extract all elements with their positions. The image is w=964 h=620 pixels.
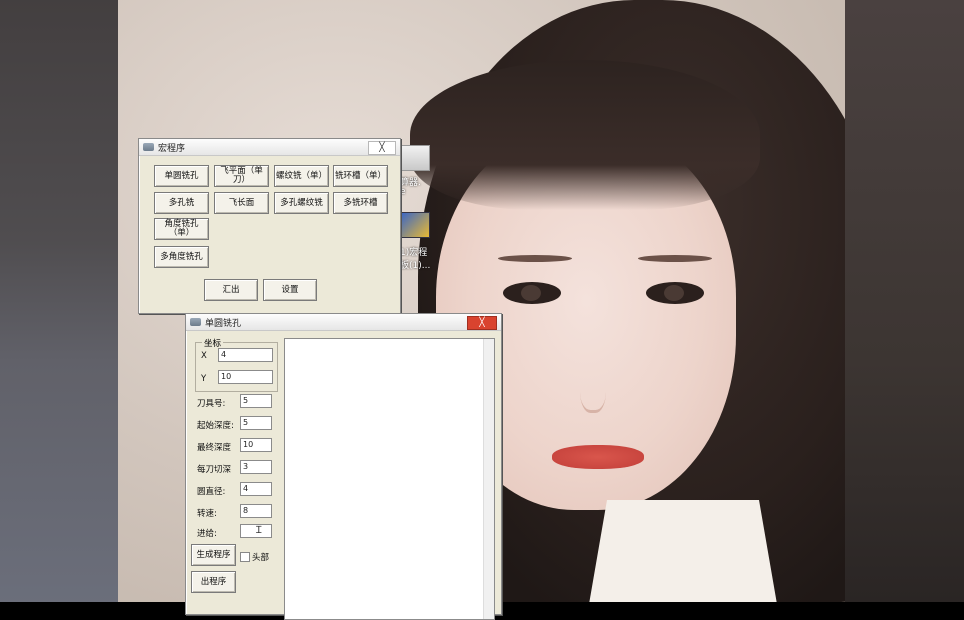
- macro-program-window: 宏程序 ╳ 单圆铣孔 飞平面（单刀） 螺纹铣（单） 铣环槽（单） 多孔铣 飞长面…: [138, 138, 401, 314]
- multi-angle-hole-mill-button[interactable]: 多角度铣孔: [154, 246, 209, 268]
- final-depth-label: 最终深度: [197, 443, 232, 453]
- vertical-scrollbar[interactable]: [483, 339, 494, 619]
- window-title: 宏程序: [158, 143, 186, 154]
- window-title: 单圆铣孔: [205, 318, 242, 329]
- start-depth-input[interactable]: 5: [240, 416, 272, 430]
- close-button[interactable]: ╳: [467, 316, 497, 330]
- final-depth-input[interactable]: 10: [240, 438, 272, 452]
- circle-diameter-label: 圆直径:: [197, 487, 226, 497]
- blurred-edge-right: [845, 0, 964, 602]
- multi-ring-groove-button[interactable]: 多铣环槽: [333, 192, 388, 214]
- per-cut-depth-label: 每刀切深: [197, 465, 232, 475]
- program-file-icon[interactable]: [400, 212, 430, 238]
- x-label: X: [201, 351, 207, 361]
- generate-program-button[interactable]: 生成程序: [191, 544, 236, 566]
- circle-diameter-input[interactable]: 4: [240, 482, 272, 496]
- single-hole-mill-button[interactable]: 单圆铣孔: [154, 165, 209, 187]
- per-cut-depth-input[interactable]: 3: [240, 460, 272, 474]
- title-bar[interactable]: 宏程序 ╳: [139, 139, 400, 156]
- face-mill-single-button[interactable]: 飞平面（单刀）: [214, 165, 269, 187]
- start-depth-label: 起始深度:: [197, 421, 234, 431]
- angle-hole-mill-single-button[interactable]: 角度铣孔（单）: [154, 218, 209, 240]
- output-program-button[interactable]: 出程序: [191, 571, 236, 593]
- feed-rate-label: 进给:: [197, 529, 217, 539]
- x-input[interactable]: 4: [218, 348, 273, 362]
- export-button[interactable]: 汇出: [204, 279, 258, 301]
- app-icon: [143, 143, 154, 151]
- y-label: Y: [201, 374, 207, 384]
- multi-hole-mill-button[interactable]: 多孔铣: [154, 192, 209, 214]
- multi-thread-mill-button[interactable]: 多孔螺纹铣: [274, 192, 329, 214]
- text-cursor-icon: Ɪ: [256, 525, 262, 536]
- program-output-textarea[interactable]: [284, 338, 495, 620]
- desktop-icon-label: 1)宏程: [400, 248, 428, 258]
- tool-number-label: 刀具号:: [197, 399, 226, 409]
- thread-mill-single-button[interactable]: 螺纹铣（单）: [274, 165, 329, 187]
- close-button[interactable]: ╳: [368, 141, 396, 155]
- desktop-icon-label: 板(1)...: [400, 261, 431, 271]
- y-input[interactable]: 10: [218, 370, 273, 384]
- calculator-icon[interactable]: [400, 145, 430, 171]
- ring-groove-single-button[interactable]: 铣环槽（单）: [333, 165, 388, 187]
- single-hole-window: 单圆铣孔 ╳ 坐标 X 4 Y 10 刀具号: 5 起始深度: 5 最终深度 1…: [185, 313, 502, 620]
- header-checkbox[interactable]: [240, 552, 250, 562]
- blurred-desktop-left: [0, 0, 118, 602]
- long-face-mill-button[interactable]: 飞长面: [214, 192, 269, 214]
- title-bar[interactable]: 单圆铣孔 ╳: [186, 314, 501, 331]
- tool-number-input[interactable]: 5: [240, 394, 272, 408]
- app-icon: [190, 318, 201, 326]
- header-checkbox-label: 头部: [252, 553, 270, 563]
- settings-button[interactable]: 设置: [263, 279, 317, 301]
- spindle-speed-label: 转速:: [197, 509, 217, 519]
- spindle-speed-input[interactable]: 8: [240, 504, 272, 518]
